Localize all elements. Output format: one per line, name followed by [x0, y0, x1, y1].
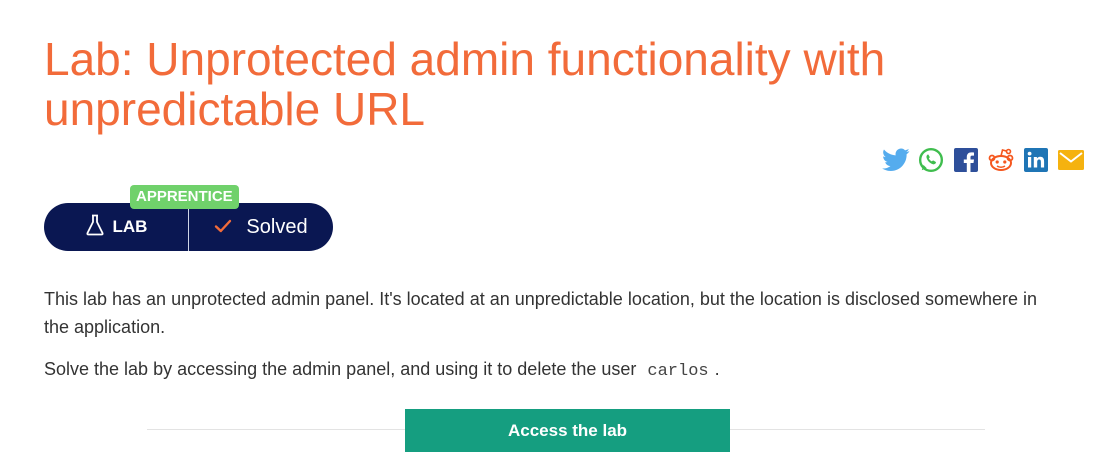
reddit-icon[interactable] — [987, 146, 1015, 174]
page-title: Lab: Unprotected admin functionality wit… — [44, 33, 886, 135]
access-lab-button[interactable]: Access the lab — [405, 409, 730, 452]
lab-instructions-end: . — [714, 359, 720, 379]
target-username: carlos — [647, 362, 709, 381]
lab-instructions: Solve the lab by accessing the admin pan… — [44, 355, 1044, 386]
level-tag: APPRENTICE — [130, 185, 239, 209]
check-icon — [214, 216, 232, 239]
lab-status-badge: APPRENTICE LAB Solved — [44, 185, 334, 252]
share-bar — [882, 146, 1085, 174]
lab-status: Solved — [189, 216, 333, 239]
twitter-icon[interactable] — [882, 146, 910, 174]
lab-instructions-text: Solve the lab by accessing the admin pan… — [44, 359, 637, 379]
linkedin-icon[interactable] — [1022, 146, 1050, 174]
email-icon[interactable] — [1057, 146, 1085, 174]
lab-status-label: Solved — [246, 215, 308, 238]
lab-type-label: LAB — [112, 217, 148, 236]
flask-icon — [85, 214, 105, 241]
facebook-icon[interactable] — [952, 146, 980, 174]
lab-description: This lab has an unprotected admin panel.… — [44, 289, 1038, 337]
lab-status-pill: LAB Solved — [44, 203, 333, 251]
whatsapp-icon[interactable] — [917, 146, 945, 174]
lab-type: LAB — [44, 203, 189, 251]
